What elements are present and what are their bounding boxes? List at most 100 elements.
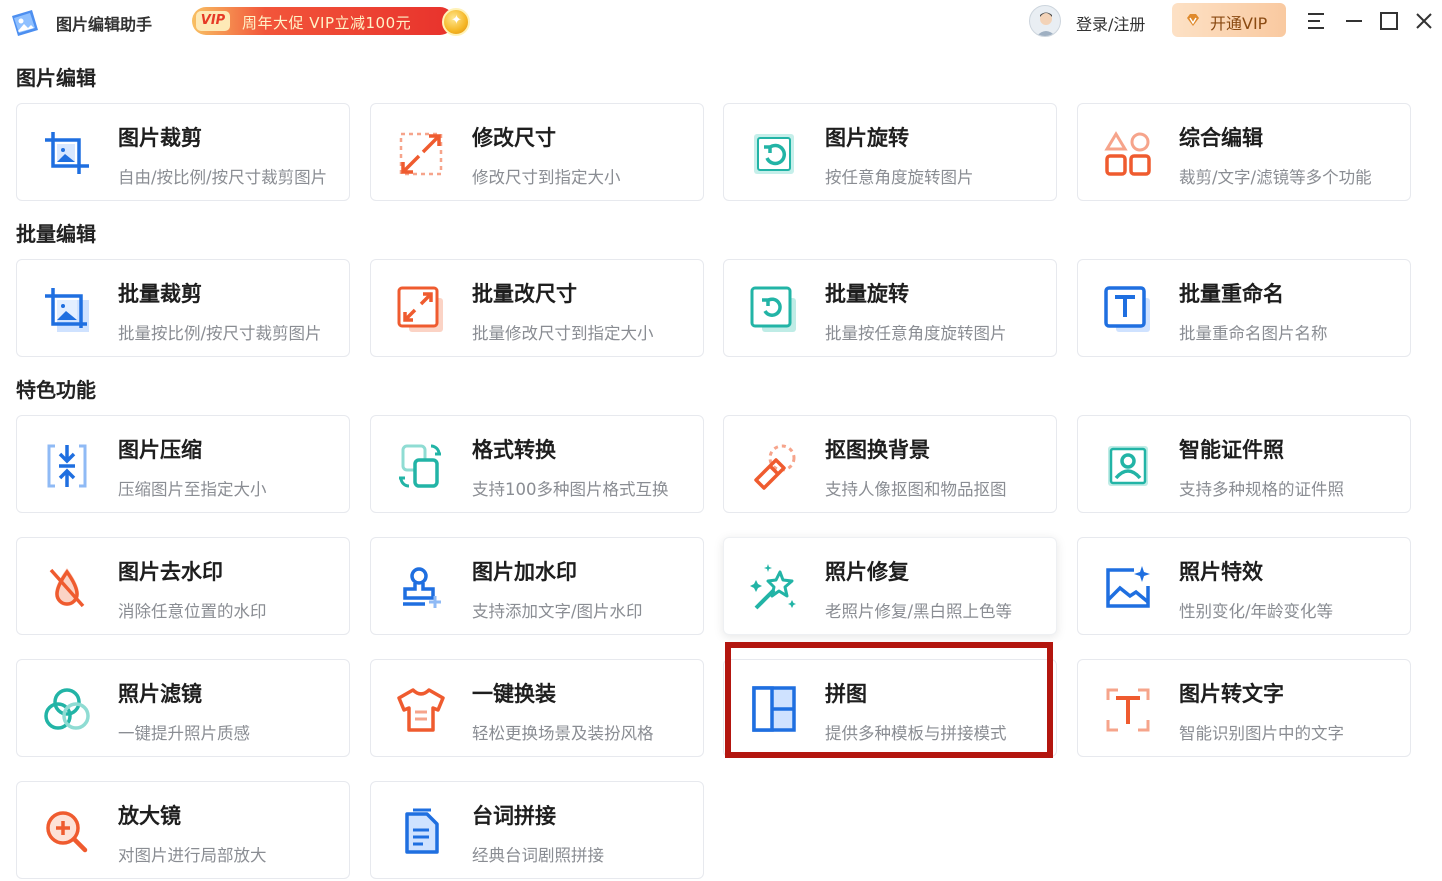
crop-icon [45, 132, 89, 174]
card-subtitle-stitch[interactable]: 台词拼接 经典台词剧照拼接 [370, 781, 704, 879]
app-logo-icon [12, 10, 38, 36]
login-register-link[interactable]: 登录/注册 [1076, 11, 1145, 35]
app-title: 图片编辑助手 [56, 15, 153, 34]
card-rotate[interactable]: 图片旋转 按任意角度旋转图片 [723, 103, 1057, 201]
selection-highlight-frame [725, 642, 1053, 758]
card-title: 抠图换背景 [825, 438, 930, 462]
subtitle-stitch-icon [405, 808, 439, 854]
card-title: 智能证件照 [1179, 438, 1284, 462]
card-desc: 支持多种规格的证件照 [1179, 480, 1344, 499]
ocr-text-icon [1106, 688, 1150, 732]
card-desc: 轻松更换场景及装扮风格 [472, 724, 654, 743]
cutout-icon [754, 444, 796, 490]
section-title-image-edit: 图片编辑 [16, 66, 96, 90]
resize-icon [399, 132, 443, 176]
batch-rename-icon [1104, 286, 1150, 332]
card-cutout-background[interactable]: 抠图换背景 支持人像抠图和物品抠图 [723, 415, 1057, 513]
open-vip-button[interactable]: 开通VIP [1172, 3, 1286, 37]
card-title: 图片压缩 [118, 438, 202, 462]
card-format-convert[interactable]: 格式转换 支持100多种图片格式互换 [370, 415, 704, 513]
user-avatar-icon [1036, 12, 1056, 36]
promo-text: 周年大促 VIP立减100元 [242, 14, 412, 32]
card-desc: 性别变化/年龄变化等 [1179, 602, 1334, 621]
minimize-icon[interactable] [1341, 8, 1367, 34]
card-desc: 自由/按比例/按尺寸裁剪图片 [118, 168, 328, 187]
add-watermark-icon [403, 567, 441, 608]
card-title: 图片转文字 [1179, 682, 1284, 706]
open-vip-label: 开通VIP [1210, 14, 1268, 33]
card-batch-resize[interactable]: 批量改尺寸 批量修改尺寸到指定大小 [370, 259, 704, 357]
card-resize[interactable]: 修改尺寸 修改尺寸到指定大小 [370, 103, 704, 201]
rotate-icon [754, 134, 794, 174]
card-title: 批量裁剪 [118, 282, 202, 306]
section-title-featured: 特色功能 [16, 378, 96, 402]
card-remove-watermark[interactable]: 图片去水印 消除任意位置的水印 [16, 537, 350, 635]
card-title: 照片修复 [825, 560, 909, 584]
card-add-watermark[interactable]: 图片加水印 支持添加文字/图片水印 [370, 537, 704, 635]
card-title: 放大镜 [118, 804, 181, 828]
avatar[interactable] [1029, 5, 1061, 37]
card-title: 一键换装 [472, 682, 556, 706]
card-desc: 裁剪/文字/滤镜等多个功能 [1179, 168, 1372, 187]
card-desc: 按任意角度旋转图片 [825, 168, 974, 187]
magic-wand-icon [750, 564, 796, 610]
card-desc: 消除任意位置的水印 [118, 602, 267, 621]
card-title: 格式转换 [472, 438, 556, 462]
card-image-crop[interactable]: 图片裁剪 自由/按比例/按尺寸裁剪图片 [16, 103, 350, 201]
card-desc: 修改尺寸到指定大小 [472, 168, 621, 187]
shapes-icon [1104, 131, 1151, 176]
card-desc: 批量重命名图片名称 [1179, 324, 1328, 343]
batch-rotate-icon [750, 286, 796, 332]
maximize-icon[interactable] [1376, 8, 1402, 34]
card-desc: 经典台词剧照拼接 [472, 846, 604, 865]
card-title: 批量改尺寸 [472, 282, 577, 306]
card-batch-rename[interactable]: 批量重命名 批量重命名图片名称 [1077, 259, 1411, 357]
card-desc: 一键提升照片质感 [118, 724, 250, 743]
card-desc: 智能识别图片中的文字 [1179, 724, 1344, 743]
card-id-photo[interactable]: 智能证件照 支持多种规格的证件照 [1077, 415, 1411, 513]
card-title: 台词拼接 [472, 804, 556, 828]
coin-icon: ✦ [442, 8, 470, 36]
card-outfit-change[interactable]: 一键换装 轻松更换场景及装扮风格 [370, 659, 704, 757]
id-photo-icon [1108, 446, 1148, 486]
card-desc: 批量按任意角度旋转图片 [825, 324, 1007, 343]
card-desc: 批量按比例/按尺寸裁剪图片 [118, 324, 322, 343]
card-title: 综合编辑 [1179, 126, 1263, 150]
card-title: 照片滤镜 [118, 682, 202, 706]
card-photo-effect[interactable]: 照片特效 性别变化/年龄变化等 [1077, 537, 1411, 635]
card-desc: 对图片进行局部放大 [118, 846, 267, 865]
format-convert-icon [399, 444, 441, 488]
batch-crop-icon [45, 288, 89, 332]
diamond-icon [1187, 14, 1199, 26]
card-photo-repair[interactable]: 照片修复 老照片修复/黑白照上色等 [723, 537, 1057, 635]
card-title: 图片去水印 [118, 560, 223, 584]
card-photo-filter[interactable]: 照片滤镜 一键提升照片质感 [16, 659, 350, 757]
card-title: 批量旋转 [825, 282, 909, 306]
close-icon[interactable] [1411, 8, 1437, 34]
card-batch-crop[interactable]: 批量裁剪 批量按比例/按尺寸裁剪图片 [16, 259, 350, 357]
title-bar: 图片编辑助手 VIP 周年大促 VIP立减100元 ✦ 登录/注册 开通VIP [0, 0, 1442, 44]
promo-banner[interactable]: VIP 周年大促 VIP立减100元 ✦ [192, 4, 472, 38]
card-title: 批量重命名 [1179, 282, 1284, 306]
promo-vip-badge: VIP [196, 11, 230, 31]
card-batch-rotate[interactable]: 批量旋转 批量按任意角度旋转图片 [723, 259, 1057, 357]
card-image-to-text[interactable]: 图片转文字 智能识别图片中的文字 [1077, 659, 1411, 757]
filter-icon [44, 688, 90, 730]
card-desc: 支持100多种图片格式互换 [472, 480, 669, 499]
outfit-icon [397, 688, 445, 732]
card-comprehensive-edit[interactable]: 综合编辑 裁剪/文字/滤镜等多个功能 [1077, 103, 1411, 201]
section-title-batch-edit: 批量编辑 [16, 222, 96, 246]
card-title: 修改尺寸 [472, 126, 556, 150]
compress-icon [47, 444, 87, 488]
card-desc: 支持添加文字/图片水印 [472, 602, 643, 621]
card-magnifier[interactable]: 放大镜 对图片进行局部放大 [16, 781, 350, 879]
menu-icon[interactable] [1303, 8, 1329, 34]
card-title: 图片加水印 [472, 560, 577, 584]
card-desc: 支持人像抠图和物品抠图 [825, 480, 1007, 499]
batch-resize-icon [397, 286, 443, 332]
card-desc: 老照片修复/黑白照上色等 [825, 602, 1013, 621]
card-desc: 压缩图片至指定大小 [118, 480, 267, 499]
magnifier-icon [46, 811, 88, 853]
card-compress[interactable]: 图片压缩 压缩图片至指定大小 [16, 415, 350, 513]
card-title: 照片特效 [1179, 560, 1263, 584]
